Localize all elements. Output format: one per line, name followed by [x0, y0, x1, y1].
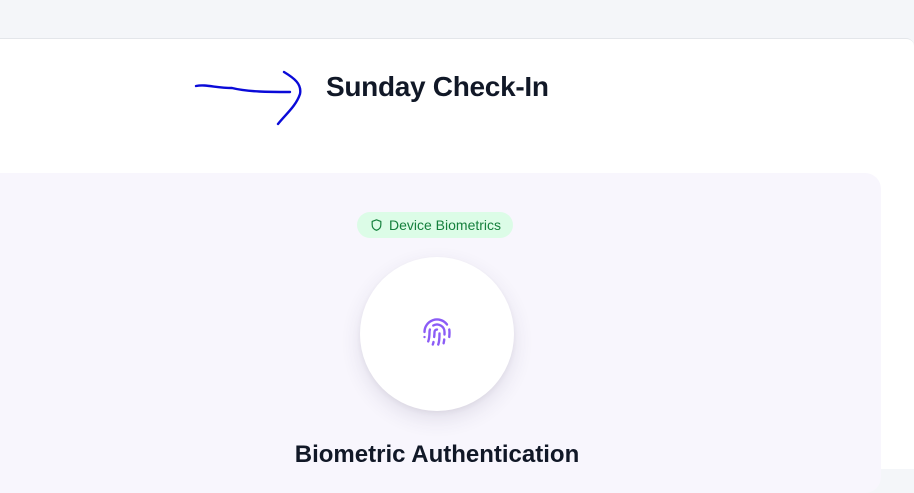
top-bar [0, 0, 914, 38]
badge-label: Device Biometrics [389, 217, 502, 233]
fingerprint-scan-button[interactable] [360, 257, 514, 411]
biometric-auth-heading: Biometric Authentication [294, 441, 580, 468]
page-title: Sunday Check-In [326, 71, 549, 102]
hand-drawn-arrow-annotation [194, 70, 302, 126]
device-biometrics-badge: Device Biometrics [357, 212, 514, 238]
shield-icon [370, 218, 383, 232]
fingerprint-icon [422, 317, 452, 352]
